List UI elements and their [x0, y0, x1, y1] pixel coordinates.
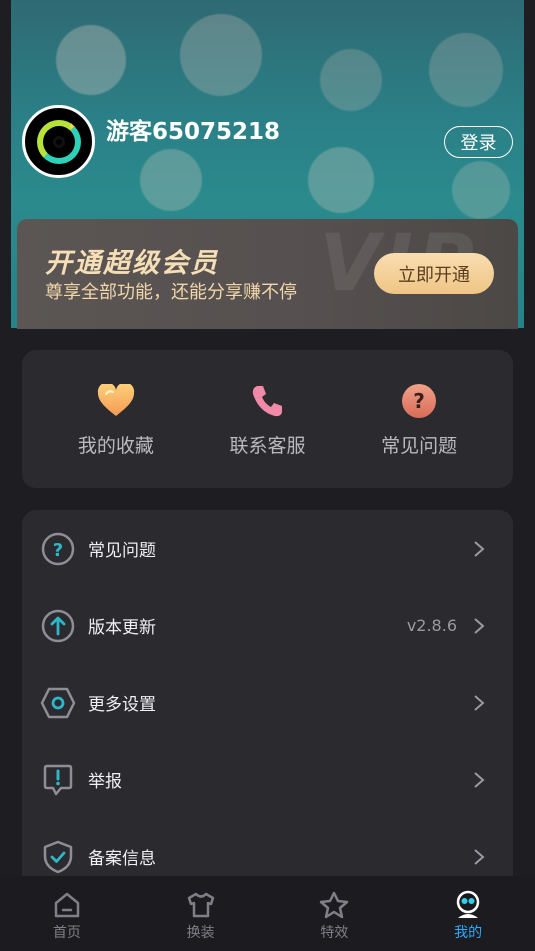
list-item-label: 更多设置: [88, 695, 156, 715]
bottom-tab-bar: 首页 换装 特效 我的: [0, 876, 535, 951]
vip-banner[interactable]: VIP 开通超级会员 尊享全部功能，还能分享赚不停 立即开通: [17, 219, 518, 329]
quick-actions: 我的收藏 联系客服 ? 常见问题: [22, 350, 513, 488]
quick-item-faq[interactable]: ? 常见问题: [359, 381, 479, 458]
report-icon: [40, 762, 76, 798]
list-item-report[interactable]: 举报: [22, 741, 513, 818]
upload-arrow-icon: [40, 608, 76, 644]
tab-label: 我的: [454, 925, 483, 941]
sparkle-icon: ✦: [67, 122, 76, 133]
list-item-more-settings[interactable]: 更多设置: [22, 664, 513, 741]
list-item-label: 版本更新: [88, 618, 156, 638]
question-circle-icon: ?: [40, 531, 76, 567]
avatar[interactable]: ✦: [22, 105, 95, 178]
tab-label: 首页: [52, 925, 81, 941]
vip-subtitle: 尊享全部功能，还能分享赚不停: [45, 282, 297, 303]
chevron-right-icon: [474, 540, 485, 557]
quick-item-label: 常见问题: [381, 434, 458, 457]
chevron-right-icon: [474, 771, 485, 788]
list-item-label: 举报: [88, 772, 122, 792]
shirt-icon: [186, 890, 216, 920]
question-icon: ?: [399, 381, 439, 421]
quick-item-label: 联系客服: [229, 434, 306, 457]
svg-text:?: ?: [413, 389, 425, 413]
phone-icon: [247, 381, 287, 421]
tab-effects[interactable]: 特效: [268, 876, 402, 951]
settings-list: ? 常见问题 版本更新 v2.8.6 更多设置 举报 备案信息: [22, 510, 513, 890]
username: 游客65075218: [106, 119, 281, 145]
heart-icon: [96, 381, 136, 421]
star-icon: [319, 890, 349, 920]
profile-icon: [453, 890, 483, 920]
version-value: v2.8.6: [406, 616, 457, 635]
tab-mine[interactable]: 我的: [401, 876, 535, 951]
quick-item-favorites[interactable]: 我的收藏: [56, 381, 176, 458]
chevron-right-icon: [474, 617, 485, 634]
tab-label: 换装: [186, 925, 215, 941]
shield-check-icon: [40, 839, 76, 875]
vip-title: 开通超级会员: [45, 248, 219, 279]
open-vip-button[interactable]: 立即开通: [374, 253, 494, 294]
list-item-faq[interactable]: ? 常见问题: [22, 510, 513, 587]
quick-item-label: 我的收藏: [77, 434, 154, 457]
hexagon-settings-icon: [40, 685, 76, 721]
chevron-right-icon: [474, 848, 485, 865]
tab-label: 特效: [320, 925, 349, 941]
chevron-right-icon: [474, 694, 485, 711]
quick-item-contact[interactable]: 联系客服: [207, 381, 327, 458]
list-item-label: 备案信息: [88, 849, 156, 869]
tab-dress-up[interactable]: 换装: [134, 876, 268, 951]
login-button[interactable]: 登录: [444, 126, 513, 158]
tab-home[interactable]: 首页: [0, 876, 134, 951]
svg-text:?: ?: [53, 540, 63, 561]
home-icon: [52, 890, 82, 920]
list-item-label: 常见问题: [88, 541, 156, 561]
list-item-version-update[interactable]: 版本更新 v2.8.6: [22, 587, 513, 664]
